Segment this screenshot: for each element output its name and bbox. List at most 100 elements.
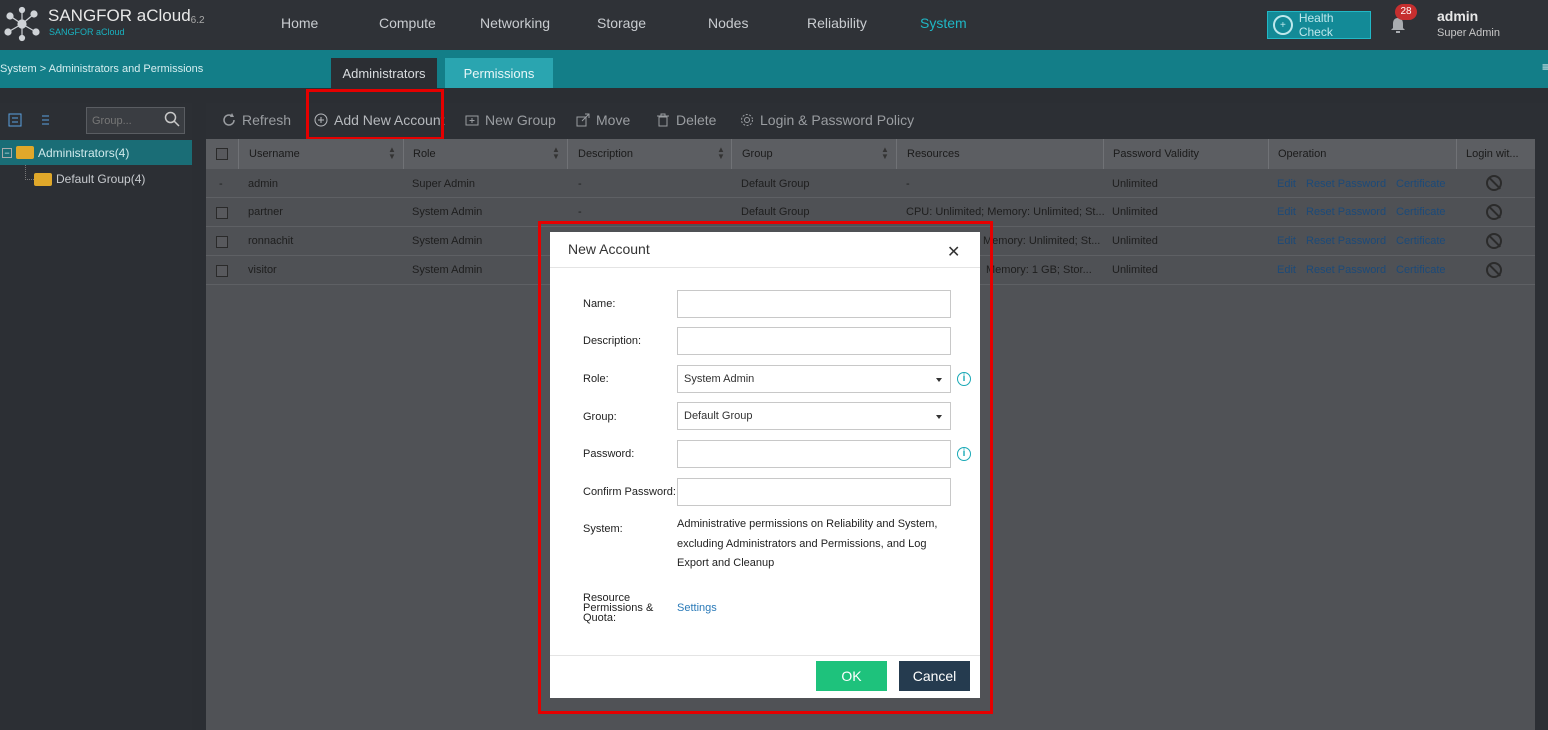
nav-nodes[interactable]: Nodes	[708, 15, 748, 31]
nav-home[interactable]: Home	[281, 15, 318, 31]
column-divider	[1103, 139, 1104, 169]
group-value: Default Group	[684, 410, 753, 422]
cell-validity: Unlimited	[1112, 235, 1158, 247]
cell-username: partner	[248, 206, 283, 218]
column-password-validity: Password Validity	[1113, 148, 1199, 160]
table-header	[206, 139, 1535, 169]
sangfor-logo-icon	[4, 6, 40, 42]
column-divider	[731, 139, 732, 169]
collapse-node-icon[interactable]: −	[2, 147, 12, 158]
cell-description: -	[578, 178, 582, 190]
edit-link[interactable]: Edit	[1277, 206, 1296, 218]
health-check-button[interactable]: + Health Check	[1267, 11, 1371, 39]
column-username[interactable]: Username	[249, 148, 300, 160]
settings-link[interactable]: Settings	[677, 602, 717, 614]
certificate-link[interactable]: Certificate	[1396, 264, 1446, 276]
folder-icon	[16, 146, 34, 159]
notification-badge: 28	[1395, 4, 1417, 20]
brand-subtitle: SANGFOR aCloud	[49, 27, 125, 37]
name-label: Name:	[583, 298, 616, 310]
tree-node-label: Default Group(4)	[56, 172, 146, 186]
highlight-add-account	[306, 89, 444, 140]
login-disabled-icon	[1486, 204, 1502, 220]
cell-role: System Admin	[412, 235, 483, 247]
edit-link[interactable]: Edit	[1277, 178, 1296, 190]
new-folder-icon	[465, 115, 479, 126]
health-check-icon: +	[1273, 15, 1293, 35]
reset-password-link[interactable]: Reset Password	[1306, 206, 1386, 218]
new-account-dialog: New Account ✕ Name: Description: Role: S…	[550, 232, 980, 698]
group-search-placeholder: Group...	[92, 115, 132, 127]
cell-username: visitor	[248, 264, 277, 276]
reset-password-link[interactable]: Reset Password	[1306, 264, 1386, 276]
cell-resources: -	[906, 178, 910, 190]
sort-icon[interactable]: ▲ ▼	[881, 146, 889, 161]
nav-reliability[interactable]: Reliability	[807, 15, 867, 31]
group-search-input[interactable]: Group...	[86, 107, 185, 134]
row-checkbox[interactable]	[216, 207, 228, 219]
column-role[interactable]: Role	[413, 148, 436, 160]
login-password-policy-button[interactable]: Login & Password Policy	[740, 112, 914, 128]
certificate-link[interactable]: Certificate	[1396, 178, 1446, 190]
tree-node-administrators[interactable]: − Administrators(4)	[0, 140, 192, 165]
user-name[interactable]: admin	[1437, 8, 1478, 24]
password-field[interactable]	[677, 440, 951, 468]
health-check-label: Health Check	[1298, 11, 1334, 39]
column-description[interactable]: Description	[578, 148, 633, 160]
reset-password-link[interactable]: Reset Password	[1306, 178, 1386, 190]
row-checkbox[interactable]	[216, 236, 228, 248]
tab-permissions[interactable]: Permissions	[445, 58, 553, 88]
refresh-button[interactable]: Refresh	[222, 112, 291, 128]
cell-role: System Admin	[412, 206, 483, 218]
sort-icon[interactable]: ▲ ▼	[717, 146, 725, 161]
tree-node-default-group[interactable]: Default Group(4)	[34, 172, 145, 186]
login-disabled-icon	[1486, 175, 1502, 191]
role-info-icon[interactable]: i	[957, 372, 971, 386]
edit-link[interactable]: Edit	[1277, 235, 1296, 247]
cancel-button[interactable]: Cancel	[899, 661, 970, 691]
collapse-all-icon[interactable]	[38, 113, 52, 127]
role-value: System Admin	[684, 373, 755, 385]
close-icon[interactable]: ✕	[947, 242, 960, 262]
column-operation: Operation	[1278, 148, 1327, 160]
certificate-link[interactable]: Certificate	[1396, 235, 1446, 247]
column-group[interactable]: Group	[742, 148, 773, 160]
cell-group: Default Group	[741, 178, 810, 190]
column-login: Login wit...	[1466, 148, 1519, 160]
move-icon	[576, 113, 590, 127]
folder-icon	[34, 172, 52, 186]
login-password-policy-label: Login & Password Policy	[760, 112, 915, 128]
row-checkbox[interactable]	[216, 265, 228, 277]
delete-button[interactable]: Delete	[656, 112, 716, 128]
move-button[interactable]: Move	[576, 112, 630, 128]
edit-link[interactable]: Edit	[1277, 264, 1296, 276]
group-select[interactable]: Default Group	[677, 402, 951, 430]
select-all-checkbox[interactable]	[216, 148, 228, 160]
name-field[interactable]	[677, 290, 951, 318]
cell-username: admin	[248, 178, 278, 190]
confirm-password-field[interactable]	[677, 478, 951, 506]
sort-icon[interactable]: ▲ ▼	[552, 146, 560, 161]
menu-toggle-icon[interactable]: ≡	[1542, 60, 1548, 74]
password-info-icon[interactable]: i	[957, 447, 971, 461]
nav-networking[interactable]: Networking	[480, 15, 550, 31]
description-field[interactable]	[677, 327, 951, 355]
search-icon[interactable]	[164, 111, 180, 127]
column-divider	[403, 139, 404, 169]
dialog-divider	[550, 267, 980, 268]
cell-resources: Memory: Unlimited; St...	[983, 235, 1101, 247]
ok-button[interactable]: OK	[816, 661, 887, 691]
new-group-button[interactable]: New Group	[465, 112, 556, 128]
tab-administrators[interactable]: Administrators	[331, 58, 437, 88]
trash-icon	[657, 113, 669, 127]
refresh-label: Refresh	[242, 112, 292, 128]
expand-all-icon[interactable]	[8, 113, 22, 127]
nav-compute[interactable]: Compute	[379, 15, 436, 31]
nav-system[interactable]: System	[920, 15, 967, 31]
nav-storage[interactable]: Storage	[597, 15, 646, 31]
resource-permissions-label: Resource Permissions & Quota:	[583, 592, 654, 624]
reset-password-link[interactable]: Reset Password	[1306, 235, 1386, 247]
role-select[interactable]: System Admin	[677, 365, 951, 393]
certificate-link[interactable]: Certificate	[1396, 206, 1446, 218]
sort-icon[interactable]: ▲ ▼	[388, 146, 396, 161]
